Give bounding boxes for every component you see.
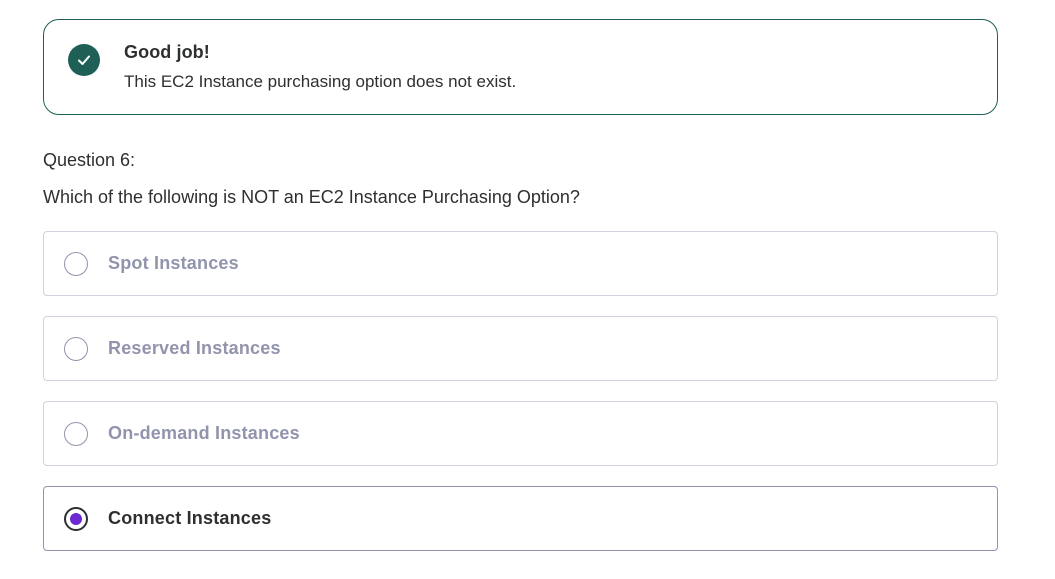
answer-option-label: Reserved Instances [108,338,281,358]
answer-option-connect-instances[interactable]: Connect Instances [43,486,998,551]
question-number: Question 6: [43,150,136,170]
answer-option-on-demand-instances[interactable]: On-demand Instances [43,401,998,466]
radio-button[interactable] [64,422,88,446]
radio-button-selected[interactable] [64,507,88,531]
feedback-title: Good job! [124,42,210,62]
feedback-alert: Good job! This EC2 Instance purchasing o… [43,19,998,115]
answer-option-label: On-demand Instances [108,423,300,443]
question-prompt: Which of the following is NOT an EC2 Ins… [43,187,580,207]
radio-selected-dot [70,513,82,525]
answer-option-label: Spot Instances [108,253,239,273]
answer-option-reserved-instances[interactable]: Reserved Instances [43,316,998,381]
radio-button[interactable] [64,337,88,361]
radio-button[interactable] [64,252,88,276]
feedback-message: This EC2 Instance purchasing option does… [124,72,517,91]
answer-option-spot-instances[interactable]: Spot Instances [43,231,998,296]
answer-option-label: Connect Instances [108,508,272,528]
checkmark-icon [68,44,100,76]
